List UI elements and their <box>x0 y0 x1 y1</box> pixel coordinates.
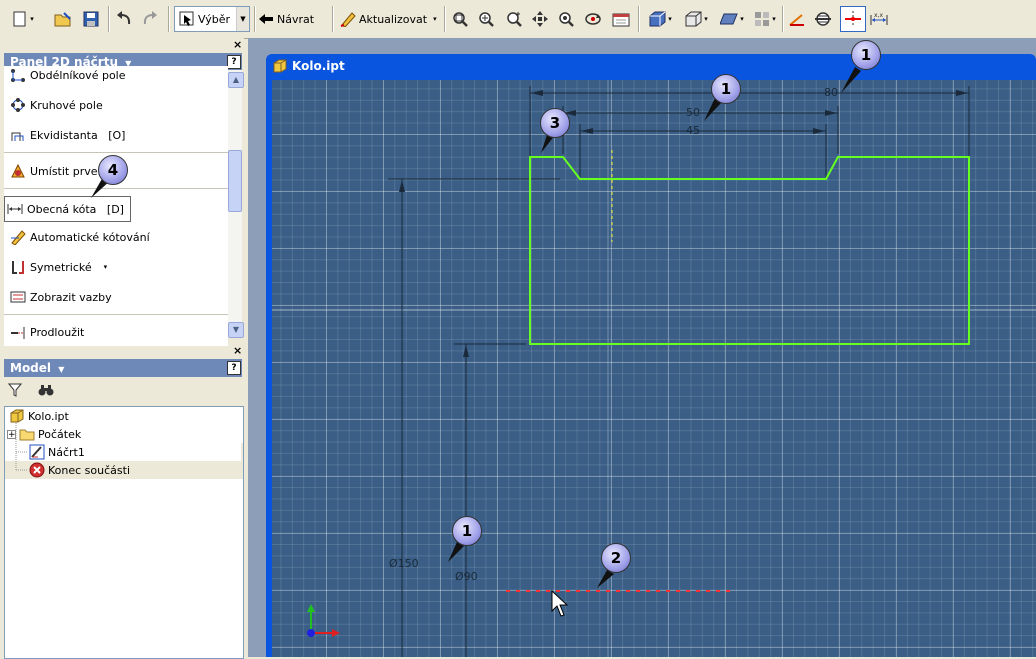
dimension-arrowheads <box>399 90 968 357</box>
callout-4: 4 <box>98 155 128 185</box>
callout-2: 2 <box>601 543 631 573</box>
callout-1-top: 1 <box>711 74 741 104</box>
dimension-dia150-text[interactable]: Ø150 <box>389 557 419 570</box>
coordinate-triad-icon <box>307 604 340 637</box>
sketch-geometry <box>91 67 1036 657</box>
mouse-cursor-icon <box>551 589 569 617</box>
profile-outline <box>529 156 970 345</box>
dimension-80-text[interactable]: 80 <box>824 86 838 99</box>
dimension-50-text[interactable]: 50 <box>686 106 700 119</box>
dimension-dia90-text[interactable]: Ø90 <box>455 570 478 583</box>
callout-1-bottom: 1 <box>452 516 482 546</box>
callout-3: 3 <box>540 108 570 138</box>
callout-pointers <box>91 67 861 588</box>
callout-1-top-right: 1 <box>851 40 881 70</box>
dimension-45-text[interactable]: 45 <box>686 124 700 137</box>
